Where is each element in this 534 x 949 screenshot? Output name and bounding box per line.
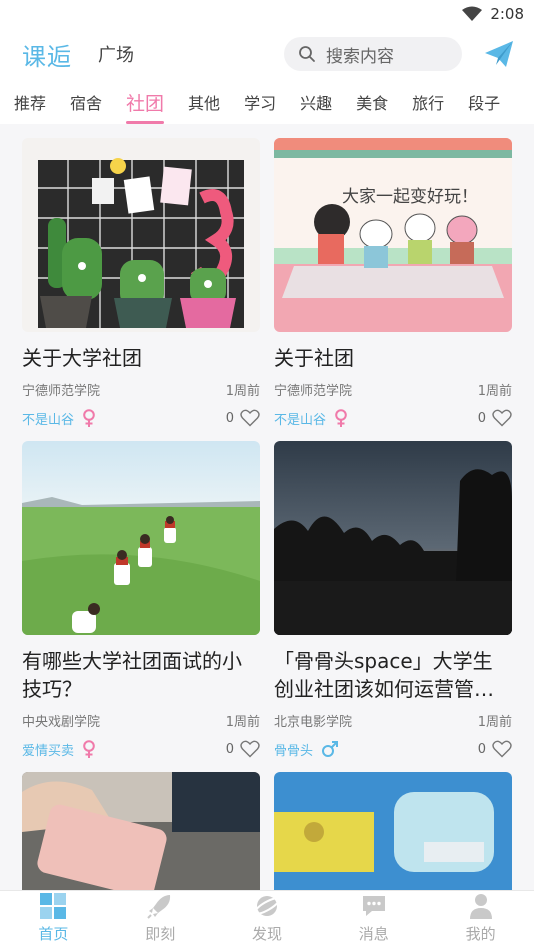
like-count: 0 xyxy=(477,410,486,426)
tab-study[interactable]: 学习 xyxy=(244,80,276,124)
post-card[interactable]: 关于大学社团 宁德师范学院 1周前 不是山谷 0 xyxy=(22,138,260,429)
post-title[interactable]: 关于社团 xyxy=(274,344,512,372)
like-count: 0 xyxy=(477,741,486,757)
feed[interactable]: 关于大学社团 宁德师范学院 1周前 不是山谷 0 大家一起变好玩！ 关于社团 宁… xyxy=(0,124,534,890)
female-icon xyxy=(83,740,95,758)
nav-label: 消息 xyxy=(358,925,389,943)
person-icon xyxy=(469,894,492,919)
search-input[interactable]: 搜索内容 xyxy=(284,37,462,71)
nav-messages[interactable]: 消息 xyxy=(320,891,427,949)
chat-bubble-icon xyxy=(362,896,385,916)
post-image[interactable]: 大家一起变好玩！ xyxy=(274,138,512,332)
post-school: 宁德师范学院 xyxy=(274,384,353,399)
post-image[interactable] xyxy=(22,441,260,635)
post-card[interactable]: 大家一起变好玩！ 关于社团 宁德师范学院 1周前 不是山谷 0 xyxy=(274,138,512,429)
tab-dorm[interactable]: 宿舍 xyxy=(70,80,102,124)
post-title[interactable]: 「骨骨头space」大学生创业社团该如何运营管… xyxy=(274,647,512,703)
nav-home[interactable]: 首页 xyxy=(0,891,107,949)
send-button[interactable] xyxy=(484,39,514,69)
heart-icon[interactable] xyxy=(492,740,512,758)
planet-icon xyxy=(253,896,281,916)
post-time: 1周前 xyxy=(477,384,512,399)
post-title[interactable]: 关于大学社团 xyxy=(22,344,260,372)
tab-recommend[interactable]: 推荐 xyxy=(14,80,46,124)
nav-label: 首页 xyxy=(38,925,69,943)
heart-icon[interactable] xyxy=(240,409,260,427)
tab-other[interactable]: 其他 xyxy=(188,80,220,124)
post-author[interactable]: 骨骨头 xyxy=(274,740,313,759)
tab-food[interactable]: 美食 xyxy=(356,80,388,124)
post-school: 中央戏剧学院 xyxy=(22,715,101,730)
female-icon xyxy=(83,409,95,427)
post-school: 宁德师范学院 xyxy=(22,384,101,399)
heart-icon[interactable] xyxy=(240,740,260,758)
nav-moments[interactable]: 即刻 xyxy=(107,891,214,949)
post-image[interactable] xyxy=(274,772,512,890)
app-brand[interactable]: 课逅 xyxy=(22,37,72,72)
post-image[interactable] xyxy=(22,138,260,332)
heart-icon[interactable] xyxy=(492,409,512,427)
status-bar: 2:08 xyxy=(0,0,534,28)
wifi-icon xyxy=(462,6,483,21)
tab-travel[interactable]: 旅行 xyxy=(412,80,444,124)
post-time: 1周前 xyxy=(225,715,260,730)
female-icon xyxy=(335,409,347,427)
post-author[interactable]: 爱情买卖 xyxy=(22,740,74,759)
category-tabs: 推荐 宿舍 社团 其他 学习 兴趣 美食 旅行 段子 xyxy=(0,80,534,124)
nav-label: 我的 xyxy=(465,925,496,943)
post-card[interactable] xyxy=(274,772,512,890)
nav-discover[interactable]: 发现 xyxy=(214,891,321,949)
post-author[interactable]: 不是山谷 xyxy=(274,409,326,428)
paper-plane-icon xyxy=(485,41,513,67)
tab-jokes[interactable]: 段子 xyxy=(468,80,500,124)
male-icon xyxy=(322,741,339,757)
nav-label: 即刻 xyxy=(145,925,176,943)
like-count: 0 xyxy=(225,741,234,757)
top-bar: 课逅 广场 搜索内容 xyxy=(0,28,534,80)
post-card[interactable] xyxy=(22,772,260,890)
nav-label: 发现 xyxy=(251,925,282,943)
bottom-nav: 首页 即刻 发现 消息 我的 xyxy=(0,890,534,949)
image-caption: 大家一起变好玩！ xyxy=(342,187,478,207)
tab-club[interactable]: 社团 xyxy=(126,80,165,124)
rocket-icon xyxy=(147,895,171,919)
post-card[interactable]: 「骨骨头space」大学生创业社团该如何运营管… 北京电影学院 1周前 骨骨头 … xyxy=(274,441,512,760)
plaza-link[interactable]: 广场 xyxy=(98,41,134,67)
post-author[interactable]: 不是山谷 xyxy=(22,409,74,428)
status-time: 2:08 xyxy=(490,5,524,23)
home-grid-icon xyxy=(40,893,67,919)
nav-profile[interactable]: 我的 xyxy=(427,891,534,949)
post-image[interactable] xyxy=(274,441,512,635)
post-school: 北京电影学院 xyxy=(274,715,353,730)
search-placeholder: 搜索内容 xyxy=(326,46,394,67)
like-count: 0 xyxy=(225,410,234,426)
post-card[interactable]: 有哪些大学社团面试的小技巧？ 中央戏剧学院 1周前 爱情买卖 0 xyxy=(22,441,260,760)
search-icon xyxy=(299,46,315,62)
tab-interest[interactable]: 兴趣 xyxy=(300,80,332,124)
post-time: 1周前 xyxy=(477,715,512,730)
post-time: 1周前 xyxy=(225,384,260,399)
post-image[interactable] xyxy=(22,772,260,890)
post-title[interactable]: 有哪些大学社团面试的小技巧？ xyxy=(22,647,260,703)
